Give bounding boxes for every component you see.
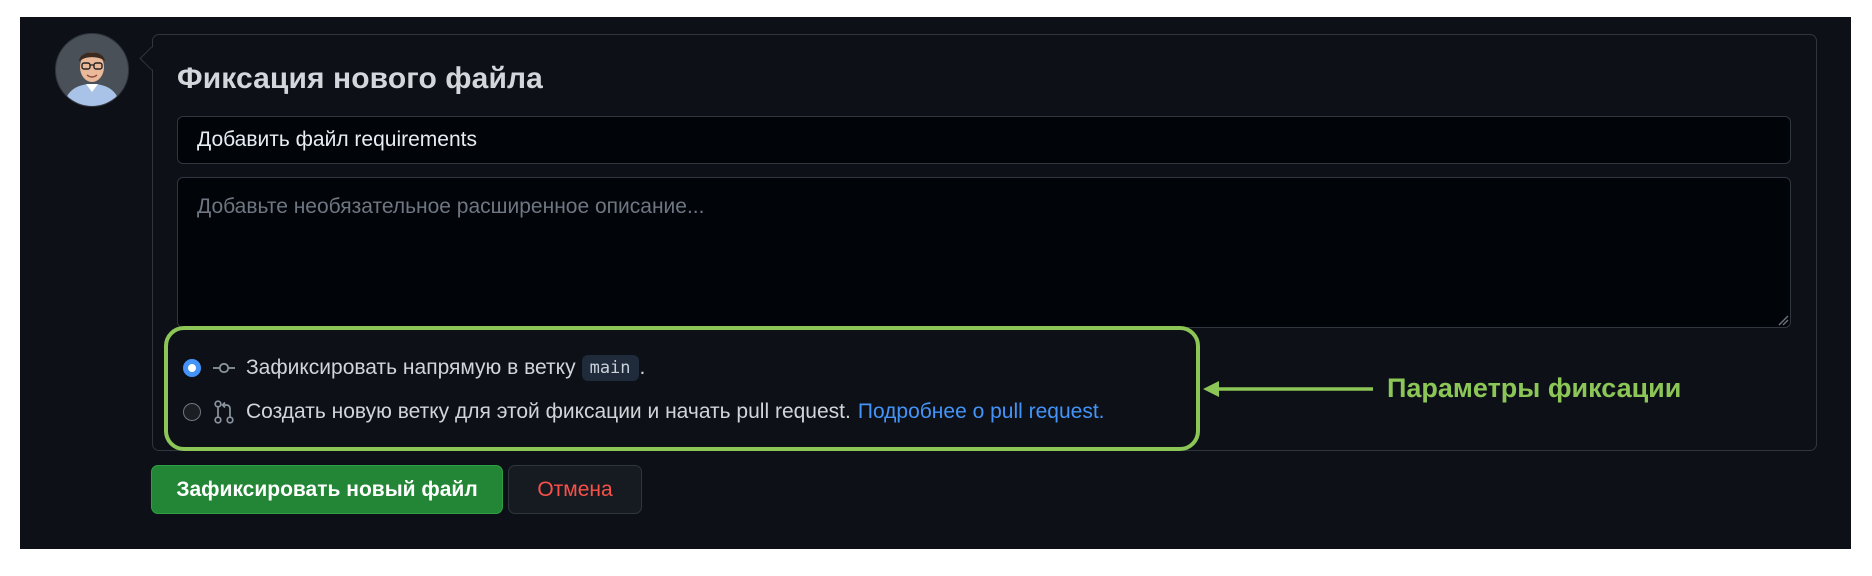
page-title: Фиксация нового файла: [177, 62, 543, 95]
callout-arrow-icon: [1203, 381, 1373, 397]
commit-options-highlight: [164, 326, 1200, 451]
resize-handle-icon[interactable]: [1777, 314, 1789, 326]
cancel-button[interactable]: Отмена: [508, 465, 642, 514]
user-avatar-icon: [56, 34, 128, 106]
callout-label: Параметры фиксации: [1387, 373, 1682, 403]
commit-new-file-button[interactable]: Зафиксировать новый файл: [151, 465, 503, 514]
commit-summary-input[interactable]: [177, 116, 1791, 164]
avatar[interactable]: [55, 33, 129, 107]
commit-description-textarea[interactable]: [177, 177, 1791, 328]
